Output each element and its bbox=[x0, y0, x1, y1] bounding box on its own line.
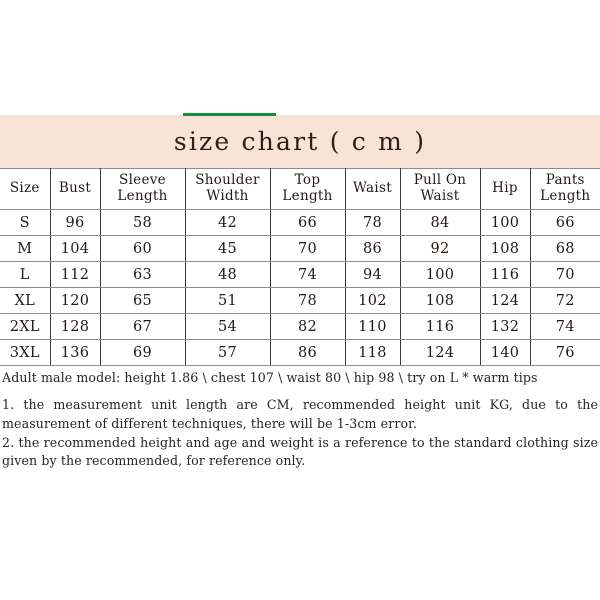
cell-sleeve-length: 63 bbox=[99, 261, 186, 288]
note-size-reference: 2. the recommended height and age and we… bbox=[2, 434, 598, 468]
cell-shoulder-width: 54 bbox=[184, 313, 271, 340]
header-line-2: Width bbox=[206, 188, 249, 204]
column-header-top-length: Top Length bbox=[269, 168, 346, 210]
header-line-1: Top bbox=[294, 172, 321, 189]
header-line-1: Pull On bbox=[413, 172, 467, 189]
cell-hip: 140 bbox=[479, 339, 531, 366]
header-line-1: Sleeve bbox=[119, 172, 166, 189]
cell-size: M bbox=[0, 235, 51, 262]
table-row: L 112 63 48 74 94 100 116 70 bbox=[0, 261, 600, 288]
header-line-2: Length bbox=[540, 188, 591, 204]
cell-hip: 124 bbox=[479, 287, 531, 314]
cell-size: S bbox=[0, 209, 51, 236]
cell-size: 3XL bbox=[0, 339, 51, 366]
cell-shoulder-width: 42 bbox=[184, 209, 271, 236]
cell-waist: 110 bbox=[344, 313, 401, 340]
header-line-2: Length bbox=[282, 188, 333, 204]
cell-waist: 102 bbox=[344, 287, 401, 314]
table-body: S 96 58 42 66 78 84 100 66 M 104 60 45 7… bbox=[0, 209, 600, 366]
cell-bust: 104 bbox=[49, 235, 101, 262]
cell-bust: 96 bbox=[49, 209, 101, 236]
cell-pull-on-waist: 108 bbox=[399, 287, 481, 314]
cell-pants-length: 70 bbox=[529, 261, 600, 288]
column-header-waist: Waist bbox=[344, 168, 401, 210]
header-line-2: Waist bbox=[420, 188, 460, 204]
cell-waist: 94 bbox=[344, 261, 401, 288]
model-info-note: Adult male model: height 1.86 \ chest 10… bbox=[2, 370, 538, 385]
cell-size: 2XL bbox=[0, 313, 51, 340]
column-header-size: Size bbox=[0, 168, 51, 210]
size-chart-page: size chart ( c m ) Size Bust Sleeve Lengt… bbox=[0, 0, 600, 600]
column-header-sleeve-length: Sleeve Length bbox=[99, 168, 186, 210]
column-header-shoulder-width: Shoulder Width bbox=[184, 168, 271, 210]
cell-sleeve-length: 58 bbox=[99, 209, 186, 236]
header-line-1: Size bbox=[9, 180, 40, 197]
cell-waist: 86 bbox=[344, 235, 401, 262]
note-measurement-unit: 1. the measurement unit length are CM, r… bbox=[2, 397, 598, 431]
cell-sleeve-length: 69 bbox=[99, 339, 186, 366]
table-row: 2XL 128 67 54 82 110 116 132 74 bbox=[0, 313, 600, 340]
cell-hip: 100 bbox=[479, 209, 531, 236]
cell-pull-on-waist: 116 bbox=[399, 313, 481, 340]
cell-shoulder-width: 57 bbox=[184, 339, 271, 366]
cell-bust: 128 bbox=[49, 313, 101, 340]
cell-sleeve-length: 67 bbox=[99, 313, 186, 340]
cell-bust: 112 bbox=[49, 261, 101, 288]
table-header-row: Size Bust Sleeve Length Shoulder Width Top… bbox=[0, 168, 600, 210]
cell-pants-length: 74 bbox=[529, 313, 600, 340]
header-line-1: Hip bbox=[492, 180, 518, 197]
column-header-pants-length: Pants Length bbox=[529, 168, 600, 210]
cell-top-length: 66 bbox=[269, 209, 346, 236]
cell-pull-on-waist: 124 bbox=[399, 339, 481, 366]
cell-hip: 116 bbox=[479, 261, 531, 288]
table-row: XL 120 65 51 78 102 108 124 72 bbox=[0, 287, 600, 314]
cell-top-length: 74 bbox=[269, 261, 346, 288]
cell-shoulder-width: 45 bbox=[184, 235, 271, 262]
cell-waist: 78 bbox=[344, 209, 401, 236]
cell-sleeve-length: 65 bbox=[99, 287, 186, 314]
cell-top-length: 78 bbox=[269, 287, 346, 314]
cell-waist: 118 bbox=[344, 339, 401, 366]
header-line-1: Bust bbox=[58, 180, 92, 197]
header-line-1: Shoulder bbox=[195, 172, 260, 189]
cell-top-length: 82 bbox=[269, 313, 346, 340]
header-line-1: Pants bbox=[545, 172, 585, 189]
size-chart-table: Size Bust Sleeve Length Shoulder Width Top… bbox=[0, 168, 600, 366]
cell-shoulder-width: 51 bbox=[184, 287, 271, 314]
header-line-2: Length bbox=[117, 188, 168, 204]
top-spacer bbox=[0, 0, 600, 115]
cell-size: XL bbox=[0, 287, 51, 314]
cell-pull-on-waist: 84 bbox=[399, 209, 481, 236]
title-banner: size chart ( c m ) bbox=[0, 115, 600, 168]
table-row: M 104 60 45 70 86 92 108 68 bbox=[0, 235, 600, 262]
notes-section: Adult male model: height 1.86 \ chest 10… bbox=[0, 366, 600, 471]
green-accent-line bbox=[183, 113, 276, 116]
cell-pull-on-waist: 92 bbox=[399, 235, 481, 262]
header-line-1: Waist bbox=[353, 180, 392, 197]
cell-top-length: 86 bbox=[269, 339, 346, 366]
cell-pants-length: 68 bbox=[529, 235, 600, 262]
cell-bust: 120 bbox=[49, 287, 101, 314]
cell-sleeve-length: 60 bbox=[99, 235, 186, 262]
cell-size: L bbox=[0, 261, 51, 288]
cell-hip: 132 bbox=[479, 313, 531, 340]
table-row: S 96 58 42 66 78 84 100 66 bbox=[0, 209, 600, 236]
table-row: 3XL 136 69 57 86 118 124 140 76 bbox=[0, 339, 600, 366]
cell-bust: 136 bbox=[49, 339, 101, 366]
column-header-bust: Bust bbox=[49, 168, 101, 210]
cell-top-length: 70 bbox=[269, 235, 346, 262]
cell-pants-length: 72 bbox=[529, 287, 600, 314]
cell-shoulder-width: 48 bbox=[184, 261, 271, 288]
cell-hip: 108 bbox=[479, 235, 531, 262]
page-title: size chart ( c m ) bbox=[173, 127, 427, 156]
cell-pants-length: 66 bbox=[529, 209, 600, 236]
column-header-pull-on-waist: Pull On Waist bbox=[399, 168, 481, 210]
column-header-hip: Hip bbox=[479, 168, 531, 210]
cell-pants-length: 76 bbox=[529, 339, 600, 366]
cell-pull-on-waist: 100 bbox=[399, 261, 481, 288]
